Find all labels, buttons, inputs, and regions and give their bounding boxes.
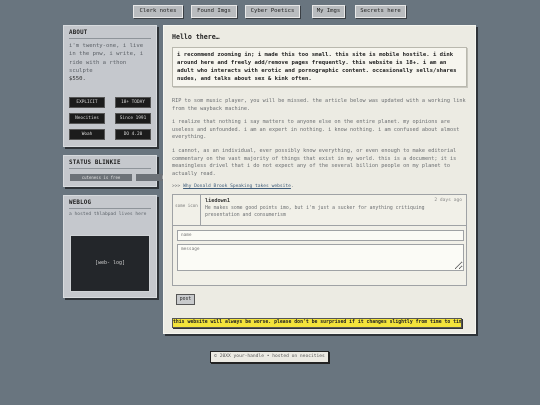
avatar: some icon <box>173 195 201 226</box>
weblog-text: a hosted thlabpad lives here <box>69 212 147 217</box>
nav-secrets-here[interactable]: Secrets here <box>355 5 406 18</box>
badge-woah[interactable]: Woah <box>69 129 105 140</box>
nav-cyber-poetics[interactable]: Cyber Poetics <box>245 5 300 18</box>
status-panel: STATUS BLINKIE cuteness is free Pro-Craf… <box>63 155 210 187</box>
comment-form <box>173 226 466 278</box>
about-price: $550. <box>69 76 86 83</box>
main-panel: Hello there… i recommend zooming in; i m… <box>163 25 476 334</box>
top-nav: Clerk notes Found Imgs Cyber Poetics My … <box>0 5 540 19</box>
article-link[interactable]: Why Donald Brook Speaking takes website <box>183 184 291 189</box>
paragraph: RIP to som music player, you will be mis… <box>172 98 466 112</box>
nav-my-imgs[interactable]: My Imgs <box>312 5 345 18</box>
warning-banner: this website will always be worse. pleas… <box>172 318 462 328</box>
weblog-panel: WEBLOG a hosted thlabpad lives here [web… <box>63 195 157 298</box>
about-text: i'm twenty-one, i live in the pnw, i wri… <box>69 42 151 83</box>
badge-since[interactable]: Since 1991 <box>115 113 151 124</box>
status-blinkie: cuteness is free <box>70 174 132 181</box>
nav-clerk-notes[interactable]: Clerk notes <box>133 5 183 18</box>
comment-item: some icon liedown1 2 days ago He makes s… <box>173 195 466 227</box>
weblog-embed[interactable]: [web- log] <box>70 235 150 292</box>
nav-found-imgs[interactable]: Found Imgs <box>191 5 237 18</box>
badge-do[interactable]: DO 4.20 <box>115 129 151 140</box>
link-prefix: >>> <box>172 184 184 190</box>
footer-credit: © 20XX your-handle • hosted on neocities <box>210 351 329 363</box>
weblog-title: WEBLOG <box>69 200 151 209</box>
paragraph: i realize that nothing i say matters to … <box>172 119 460 141</box>
badge-explicit[interactable]: EXPLICIT <box>69 97 105 108</box>
comment-body: liedown1 2 days ago He makes some good p… <box>201 195 466 225</box>
page-title: Hello there… <box>172 33 220 41</box>
comment-text: He makes some good points imo, but i'm j… <box>205 206 425 218</box>
about-title: ABOUT <box>69 30 151 39</box>
article-link-line: >>> Why Donald Brook Speaking takes webs… <box>172 184 467 189</box>
name-input[interactable] <box>177 230 464 242</box>
content-warning-notice: i recommend zooming in; i made this too … <box>172 47 467 87</box>
link-suffix: . <box>290 184 294 190</box>
about-panel: ABOUT i'm twenty-one, i live in the pnw,… <box>63 25 157 147</box>
comments-box: some icon liedown1 2 days ago He makes s… <box>172 194 467 287</box>
badge-18plus[interactable]: 18+ TODAY <box>115 97 151 108</box>
message-input[interactable] <box>177 244 464 272</box>
post-button[interactable]: post <box>176 294 195 305</box>
about-bio: i'm twenty-one, i live in the pnw, i wri… <box>69 43 144 74</box>
comment-author[interactable]: liedown1 <box>205 198 462 204</box>
comment-timestamp: 2 days ago <box>434 198 462 204</box>
status-title: STATUS BLINKIE <box>69 160 151 169</box>
badge-neocities[interactable]: Neocities <box>69 113 105 124</box>
paragraph: i cannot, as an individual, ever possibl… <box>172 147 457 177</box>
